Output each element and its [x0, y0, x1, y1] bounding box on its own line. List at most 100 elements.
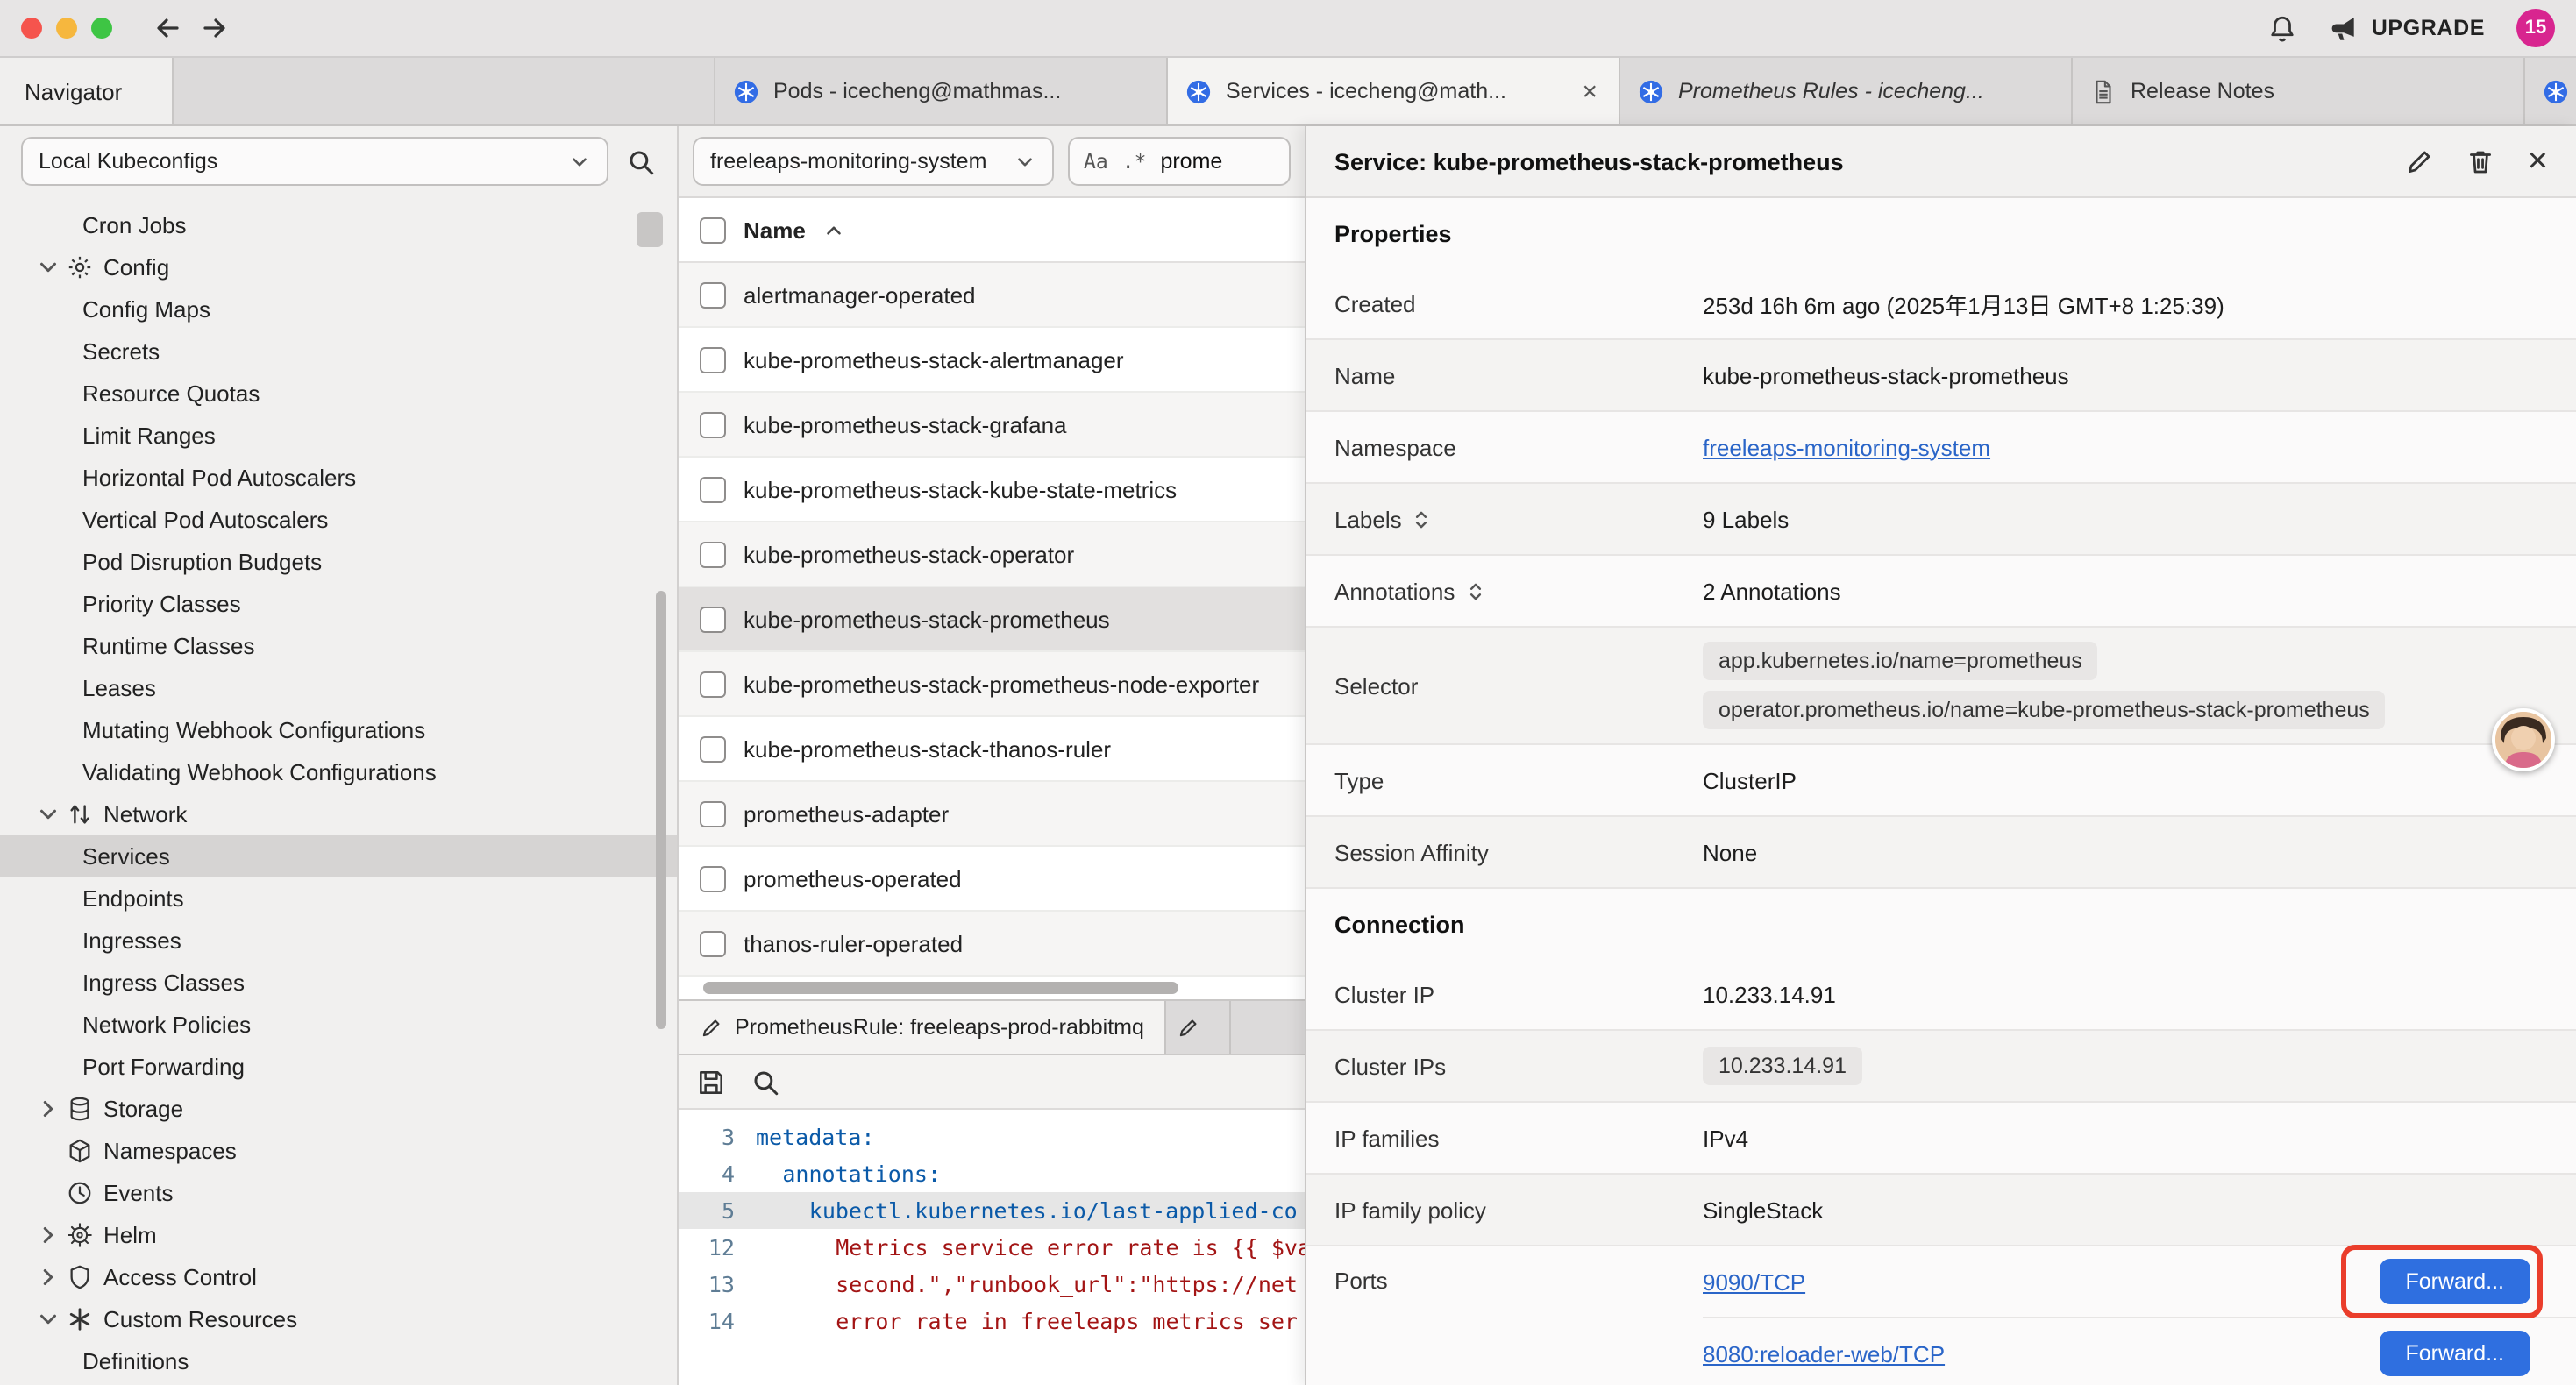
panel-resize-handle[interactable]: [637, 212, 663, 247]
sidebar-item-custom-resources[interactable]: Custom Resources: [0, 1297, 677, 1339]
table-row-kube-prometheus-stack-thanos-ruler[interactable]: kube-prometheus-stack-thanos-ruler: [679, 717, 1305, 782]
sidebar-item-config-maps[interactable]: Config Maps: [0, 288, 677, 330]
sidebar-item-config[interactable]: Config: [0, 245, 677, 288]
table-row-kube-prometheus-stack-grafana[interactable]: kube-prometheus-stack-grafana: [679, 393, 1305, 458]
row-checkbox[interactable]: [700, 541, 726, 567]
line-number: 12: [679, 1229, 756, 1266]
bell-icon[interactable]: [2268, 13, 2298, 43]
detail-link[interactable]: freeleaps-monitoring-system: [1703, 434, 1990, 460]
row-checkbox[interactable]: [700, 411, 726, 437]
regex-toggle[interactable]: .*: [1122, 149, 1147, 174]
editor-tab-partial[interactable]: [1167, 1001, 1232, 1054]
port-link[interactable]: 8080:reloader-web/TCP: [1703, 1340, 1945, 1367]
sort-asc-icon[interactable]: [823, 218, 846, 241]
table-row-alertmanager-operated[interactable]: alertmanager-operated: [679, 263, 1305, 328]
table-row-kube-prometheus-stack-alertmanager[interactable]: kube-prometheus-stack-alertmanager: [679, 328, 1305, 393]
chevron-right-icon[interactable]: [35, 1263, 61, 1289]
table-row-prometheus-operated[interactable]: prometheus-operated: [679, 847, 1305, 912]
forward-button[interactable]: Forward...: [2379, 1259, 2530, 1304]
close-icon[interactable]: ×: [2528, 147, 2548, 175]
sidebar-item-definitions[interactable]: Definitions: [0, 1339, 677, 1381]
table-row-kube-prometheus-stack-prometheus-node-exporter[interactable]: kube-prometheus-stack-prometheus-node-ex…: [679, 652, 1305, 717]
sidebar-item-endpoints[interactable]: Endpoints: [0, 877, 677, 919]
sidebar-item-leases[interactable]: Leases: [0, 666, 677, 708]
sidebar-item-services[interactable]: Services: [0, 835, 677, 877]
sidebar-item-access-control[interactable]: Access Control: [0, 1255, 677, 1297]
sidebar-item-horizontal-pod-autoscalers[interactable]: Horizontal Pod Autoscalers: [0, 456, 677, 498]
tab-release-notes[interactable]: Release Notes: [2073, 58, 2525, 124]
chevron-down-icon[interactable]: [35, 800, 61, 827]
row-checkbox[interactable]: [700, 671, 726, 697]
match-case-toggle[interactable]: Aa: [1084, 149, 1108, 174]
sidebar-item-events[interactable]: Events: [0, 1171, 677, 1213]
filter-input[interactable]: Aa .* prome: [1068, 137, 1291, 186]
back-icon[interactable]: [154, 14, 182, 42]
row-checkbox[interactable]: [700, 735, 726, 762]
row-checkbox[interactable]: [700, 930, 726, 956]
sidebar-item-namespaces[interactable]: Namespaces: [0, 1129, 677, 1171]
row-checkbox[interactable]: [700, 476, 726, 502]
sidebar-item-resource-quotas[interactable]: Resource Quotas: [0, 372, 677, 414]
sidebar-item-network-policies[interactable]: Network Policies: [0, 1003, 677, 1045]
chevron-down-icon[interactable]: [35, 1305, 61, 1332]
unfold-icon[interactable]: [1411, 508, 1434, 530]
sidebar-item-storage[interactable]: Storage: [0, 1087, 677, 1129]
trash-icon[interactable]: [2466, 146, 2496, 176]
sidebar-item-vertical-pod-autoscalers[interactable]: Vertical Pod Autoscalers: [0, 498, 677, 540]
tab-prometheus-rules-icecheng[interactable]: Prometheus Rules - icecheng...: [1620, 58, 2073, 124]
close-window-button[interactable]: [21, 18, 42, 39]
close-tab-icon[interactable]: ×: [1578, 76, 1601, 106]
kubeconfig-dropdown[interactable]: Local Kubeconfigs: [21, 137, 608, 186]
forward-button[interactable]: Forward...: [2379, 1331, 2530, 1376]
sidebar-item-priority-classes[interactable]: Priority Classes: [0, 582, 677, 624]
table-row-prometheus-adapter[interactable]: prometheus-adapter: [679, 782, 1305, 847]
edit-icon[interactable]: [2405, 146, 2435, 176]
editor-tab-prometheusrule[interactable]: PrometheusRule: freeleaps-prod-rabbitmq: [679, 1001, 1167, 1054]
sidebar-item-runtime-classes[interactable]: Runtime Classes: [0, 624, 677, 666]
select-all-checkbox[interactable]: [700, 217, 726, 243]
table-row-kube-prometheus-stack-operator[interactable]: kube-prometheus-stack-operator: [679, 522, 1305, 587]
h-scrollbar-thumb[interactable]: [703, 982, 1179, 994]
forward-icon[interactable]: [200, 14, 228, 42]
tab-pods-icecheng-mathmas[interactable]: Pods - icecheng@mathmas...: [715, 58, 1168, 124]
row-checkbox[interactable]: [700, 281, 726, 308]
chevron-down-icon[interactable]: [35, 253, 61, 280]
row-checkbox[interactable]: [700, 606, 726, 632]
tab-services-icecheng-math[interactable]: Services - icecheng@math...×: [1168, 58, 1620, 124]
sidebar-item-network[interactable]: Network: [0, 792, 677, 835]
tab-argo-s[interactable]: Argo S: [2525, 58, 2576, 124]
table-row-kube-prometheus-stack-kube-state-metrics[interactable]: kube-prometheus-stack-kube-state-metrics: [679, 458, 1305, 522]
chevron-right-icon[interactable]: [35, 1095, 61, 1121]
save-icon[interactable]: [696, 1067, 726, 1097]
editor-search-icon[interactable]: [751, 1067, 780, 1097]
table-row-thanos-ruler-operated[interactable]: thanos-ruler-operated: [679, 912, 1305, 977]
row-checkbox[interactable]: [700, 346, 726, 373]
port-link[interactable]: 9090/TCP: [1703, 1268, 1805, 1295]
unfold-icon[interactable]: [1463, 579, 1486, 602]
sidebar-scrollbar-thumb[interactable]: [656, 591, 666, 1029]
minimize-window-button[interactable]: [56, 18, 77, 39]
sidebar-item-port-forwarding[interactable]: Port Forwarding: [0, 1045, 677, 1087]
table-header[interactable]: Name: [679, 198, 1305, 263]
sidebar-item-cron-jobs[interactable]: Cron Jobs: [0, 203, 677, 245]
notification-count-badge[interactable]: 15: [2516, 9, 2555, 47]
row-checkbox[interactable]: [700, 865, 726, 891]
sidebar-item-pod-disruption-budgets[interactable]: Pod Disruption Budgets: [0, 540, 677, 582]
sidebar-item-ingresses[interactable]: Ingresses: [0, 919, 677, 961]
sidebar-item-validating-webhook-configurations[interactable]: Validating Webhook Configurations: [0, 750, 677, 792]
table-row-kube-prometheus-stack-prometheus[interactable]: kube-prometheus-stack-prometheus: [679, 587, 1305, 652]
chevron-right-icon[interactable]: [35, 1221, 61, 1247]
search-icon[interactable]: [626, 146, 656, 176]
row-checkbox[interactable]: [700, 800, 726, 827]
yaml-editor[interactable]: 3metadata:4annotations:5kubectl.kubernet…: [679, 1110, 1305, 1385]
tab-navigator[interactable]: Navigator: [0, 58, 174, 124]
sidebar-item-helm[interactable]: Helm: [0, 1213, 677, 1255]
sidebar-item-mutating-webhook-configurations[interactable]: Mutating Webhook Configurations: [0, 708, 677, 750]
sidebar-item-limit-ranges[interactable]: Limit Ranges: [0, 414, 677, 456]
zoom-window-button[interactable]: [91, 18, 112, 39]
upgrade-button[interactable]: UPGRADE: [2330, 13, 2485, 43]
avatar[interactable]: [2492, 708, 2555, 771]
sidebar-item-secrets[interactable]: Secrets: [0, 330, 677, 372]
sidebar-item-ingress-classes[interactable]: Ingress Classes: [0, 961, 677, 1003]
namespace-dropdown[interactable]: freeleaps-monitoring-system: [693, 137, 1054, 186]
